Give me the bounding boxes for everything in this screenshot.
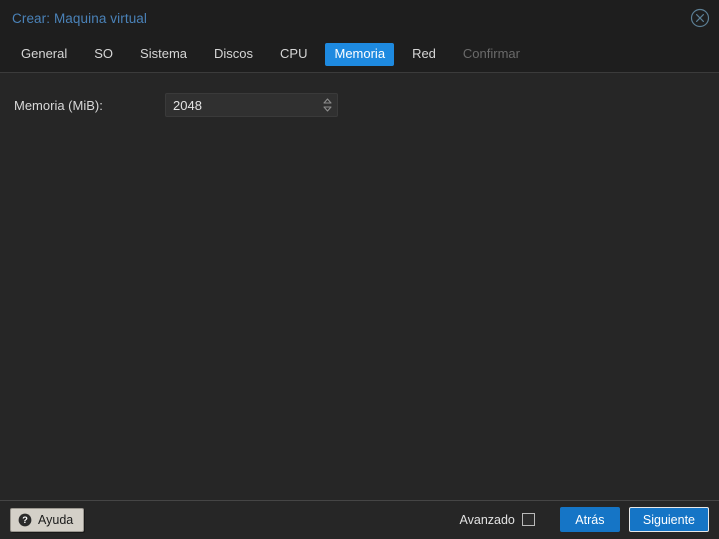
tab-so[interactable]: SO (85, 43, 122, 66)
memory-form-row: Memoria (MiB): 2048 (0, 93, 719, 117)
dialog-footer: ? Ayuda Avanzado Atrás Siguiente (0, 500, 719, 539)
tab-confirmar: Confirmar (462, 46, 520, 61)
tab-red[interactable]: Red (403, 43, 445, 66)
tab-sistema[interactable]: Sistema (131, 43, 196, 66)
memory-input[interactable]: 2048 (166, 98, 317, 113)
wizard-tabs: General SO Sistema Discos CPU Memoria Re… (0, 36, 719, 73)
back-button[interactable]: Atrás (559, 507, 620, 532)
memory-label: Memoria (MiB): (14, 97, 103, 113)
help-button[interactable]: ? Ayuda (10, 507, 85, 532)
create-vm-dialog: Crear: Maquina virtual General SO Sistem… (0, 0, 719, 539)
advanced-toggle[interactable]: Avanzado (460, 513, 535, 527)
tab-cpu[interactable]: CPU (271, 43, 316, 66)
spinner-updown-icon[interactable] (317, 94, 337, 116)
dialog-content: Memoria (MiB): 2048 (0, 73, 719, 500)
close-icon[interactable] (689, 7, 711, 29)
tab-discos[interactable]: Discos (205, 43, 262, 66)
tab-memoria[interactable]: Memoria (325, 43, 395, 66)
advanced-checkbox[interactable] (521, 513, 535, 526)
help-button-label: Ayuda (38, 512, 74, 527)
next-button[interactable]: Siguiente (628, 507, 709, 532)
dialog-title: Crear: Maquina virtual (12, 10, 148, 26)
question-mark-icon: ? (18, 513, 32, 526)
memory-spinbox[interactable]: 2048 (165, 93, 338, 117)
advanced-label: Avanzado (459, 512, 515, 527)
svg-text:?: ? (22, 515, 28, 525)
tab-general[interactable]: General (12, 43, 76, 66)
dialog-titlebar: Crear: Maquina virtual (0, 0, 719, 36)
